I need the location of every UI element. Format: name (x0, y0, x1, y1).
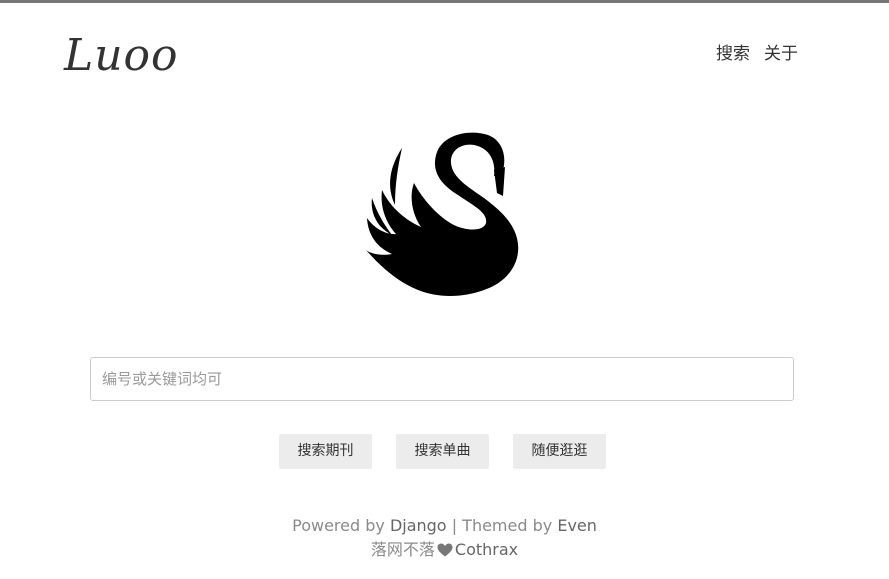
nav-item-search[interactable]: 搜索 (716, 40, 750, 68)
action-buttons: 搜索期刊 搜索单曲 随便逛逛 (279, 434, 606, 469)
search-tracks-button[interactable]: 搜索单曲 (396, 434, 489, 469)
site-logo[interactable]: Luoo (64, 26, 179, 86)
footer-credits: Powered by Django | Themed by Even (0, 514, 889, 538)
footer-separator: | (451, 516, 458, 535)
top-nav: 搜索 关于 (716, 40, 798, 68)
author-link[interactable]: Cothrax (455, 540, 518, 559)
top-accent-bar (0, 0, 889, 3)
powered-by-label: Powered by (292, 516, 385, 535)
themed-by-label: Themed by (462, 516, 553, 535)
nav-item-about[interactable]: 关于 (764, 40, 798, 68)
heart-icon (437, 543, 453, 557)
django-link[interactable]: Django (390, 516, 447, 535)
search-journals-button[interactable]: 搜索期刊 (279, 434, 372, 469)
footer-signature: 落网不落 Cothrax (0, 538, 889, 562)
random-browse-button[interactable]: 随便逛逛 (513, 434, 606, 469)
site-name: 落网不落 (370, 540, 435, 559)
even-link[interactable]: Even (557, 516, 597, 535)
footer: Powered by Django | Themed by Even 落网不落 … (0, 514, 889, 562)
search-input[interactable] (90, 357, 794, 401)
swan-icon (366, 132, 519, 296)
